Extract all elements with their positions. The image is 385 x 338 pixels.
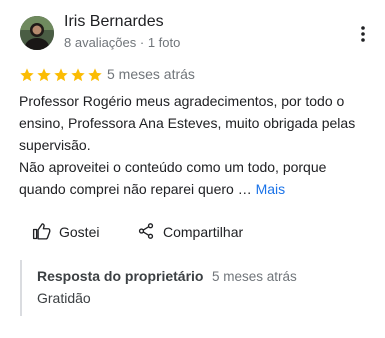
share-icon (137, 222, 155, 243)
author-meta: 8 avaliações · 1 foto (64, 35, 181, 50)
avatar-photo (20, 16, 54, 50)
review-text-line: ensino, Professora Ana Esteves, muito ob… (19, 115, 356, 131)
star-icon (71, 68, 85, 82)
review-date: 5 meses atrás (107, 66, 195, 82)
share-label: Compartilhar (163, 224, 244, 240)
review-text-line: supervisão. (19, 137, 91, 153)
review-text-line: quando comprei não reparei quero … (19, 181, 256, 197)
star-icon (37, 68, 51, 82)
owner-response-text: Gratidão (37, 290, 91, 306)
star-icon (54, 68, 68, 82)
star-icon (88, 68, 102, 82)
owner-response-date: 5 meses atrás (212, 269, 297, 284)
read-more-link[interactable]: Mais (256, 181, 286, 197)
review-text-line: Professor Rogério meus agradecimentos, p… (19, 93, 345, 109)
review-text-line-last: quando comprei não reparei quero … Mais (19, 178, 369, 200)
author-name[interactable]: Iris Bernardes (64, 13, 164, 31)
like-button[interactable]: Gostei (32, 220, 99, 244)
more-options-icon[interactable] (354, 24, 372, 44)
share-button[interactable]: Compartilhar (137, 220, 243, 244)
review-text: Professor Rogério meus agradecimentos, p… (19, 90, 369, 200)
review-text-line: Não aproveitei o conteúdo como um todo, … (19, 159, 327, 175)
like-label: Gostei (59, 224, 100, 240)
star-icon (20, 68, 34, 82)
thumbs-up-icon (32, 222, 51, 243)
owner-response: Resposta do proprietário 5 meses atrás G… (20, 260, 362, 316)
avatar[interactable] (20, 16, 54, 50)
star-rating (19, 67, 103, 83)
owner-response-title: Resposta do proprietário (37, 268, 204, 284)
